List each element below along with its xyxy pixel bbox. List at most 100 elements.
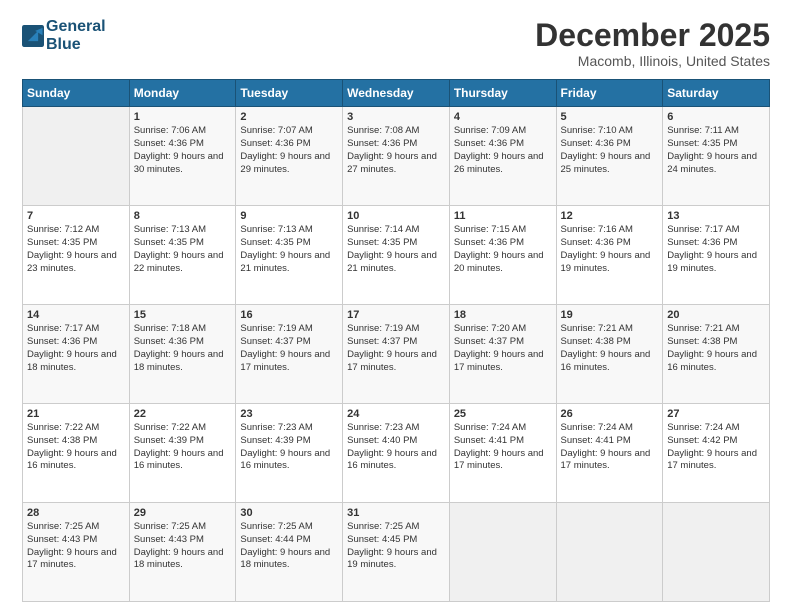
logo-icon (22, 25, 44, 47)
calendar-cell: 8 Sunrise: 7:13 AM Sunset: 4:35 PM Daylig… (129, 206, 236, 305)
calendar-cell: 22Sunrise: 7:22 AM Sunset: 4:39 PM Dayli… (129, 404, 236, 503)
calendar-week-2: 14 Sunrise: 7:17 AM Sunset: 4:36 PM Dayli… (23, 305, 770, 404)
calendar-cell: 4Sunrise: 7:09 AM Sunset: 4:36 PM Daylig… (449, 107, 556, 206)
day-number: 26 (561, 408, 659, 420)
day-number: 31 (347, 507, 445, 519)
day-number: 27 (667, 408, 765, 420)
day-number: 20 (667, 309, 765, 321)
weekday-header-thursday: Thursday (449, 80, 556, 107)
day-info: Sunrise: 7:19 AM Sunset: 4:37 PM Dayligh… (240, 323, 338, 374)
calendar-cell: 10Sunrise: 7:14 AM Sunset: 4:35 PM Dayli… (343, 206, 450, 305)
calendar-week-1: 7Sunrise: 7:12 AM Sunset: 4:35 PM Daylig… (23, 206, 770, 305)
day-info: Sunrise: 7:12 AM Sunset: 4:35 PM Dayligh… (27, 224, 125, 275)
day-number: 23 (240, 408, 338, 420)
calendar-week-0: 1Sunrise: 7:06 AM Sunset: 4:36 PM Daylig… (23, 107, 770, 206)
calendar-cell: 12Sunrise: 7:16 AM Sunset: 4:36 PM Dayli… (556, 206, 663, 305)
weekday-header-wednesday: Wednesday (343, 80, 450, 107)
calendar-cell: 26 Sunrise: 7:24 AM Sunset: 4:41 PM Dayli… (556, 404, 663, 503)
calendar-cell: 18Sunrise: 7:20 AM Sunset: 4:37 PM Dayli… (449, 305, 556, 404)
day-info: Sunrise: 7:07 AM Sunset: 4:36 PM Dayligh… (240, 125, 338, 176)
day-number: 9 (240, 210, 338, 222)
weekday-header-saturday: Saturday (663, 80, 770, 107)
location: Macomb, Illinois, United States (535, 53, 770, 69)
title-block: December 2025 Macomb, Illinois, United S… (535, 18, 770, 69)
calendar-cell (23, 107, 130, 206)
logo: General Blue (22, 18, 106, 53)
calendar-cell: 5 Sunrise: 7:10 AM Sunset: 4:36 PM Daylig… (556, 107, 663, 206)
calendar-cell: 21 Sunrise: 7:22 AM Sunset: 4:38 PM Dayli… (23, 404, 130, 503)
day-number: 6 (667, 111, 765, 123)
day-number: 2 (240, 111, 338, 123)
calendar-body: 1Sunrise: 7:06 AM Sunset: 4:36 PM Daylig… (23, 107, 770, 602)
calendar-cell: 28 Sunrise: 7:25 AM Sunset: 4:43 PM Dayli… (23, 503, 130, 602)
day-info: Sunrise: 7:24 AM Sunset: 4:41 PM Dayligh… (561, 422, 659, 473)
header: General Blue December 2025 Macomb, Illin… (22, 18, 770, 69)
calendar-cell: 25 Sunrise: 7:24 AM Sunset: 4:41 PM Dayli… (449, 404, 556, 503)
weekday-row: SundayMondayTuesdayWednesdayThursdayFrid… (23, 80, 770, 107)
day-info: Sunrise: 7:25 AM Sunset: 4:43 PM Dayligh… (134, 521, 232, 572)
weekday-header-friday: Friday (556, 80, 663, 107)
day-number: 3 (347, 111, 445, 123)
day-number: 17 (347, 309, 445, 321)
calendar-cell (556, 503, 663, 602)
day-info: Sunrise: 7:23 AM Sunset: 4:40 PM Dayligh… (347, 422, 445, 473)
day-info: Sunrise: 7:24 AM Sunset: 4:41 PM Dayligh… (454, 422, 552, 473)
day-number: 5 (561, 111, 659, 123)
calendar-cell: 13 Sunrise: 7:17 AM Sunset: 4:36 PM Dayli… (663, 206, 770, 305)
day-number: 13 (667, 210, 765, 222)
day-info: Sunrise: 7:24 AM Sunset: 4:42 PM Dayligh… (667, 422, 765, 473)
weekday-header-sunday: Sunday (23, 80, 130, 107)
day-number: 8 (134, 210, 232, 222)
day-number: 14 (27, 309, 125, 321)
day-number: 21 (27, 408, 125, 420)
day-info: Sunrise: 7:25 AM Sunset: 4:45 PM Dayligh… (347, 521, 445, 572)
day-info: Sunrise: 7:23 AM Sunset: 4:39 PM Dayligh… (240, 422, 338, 473)
calendar-cell: 17 Sunrise: 7:19 AM Sunset: 4:37 PM Dayli… (343, 305, 450, 404)
day-number: 28 (27, 507, 125, 519)
day-info: Sunrise: 7:21 AM Sunset: 4:38 PM Dayligh… (667, 323, 765, 374)
calendar-cell: 31 Sunrise: 7:25 AM Sunset: 4:45 PM Dayli… (343, 503, 450, 602)
day-number: 1 (134, 111, 232, 123)
day-info: Sunrise: 7:11 AM Sunset: 4:35 PM Dayligh… (667, 125, 765, 176)
day-info: Sunrise: 7:09 AM Sunset: 4:36 PM Dayligh… (454, 125, 552, 176)
day-info: Sunrise: 7:20 AM Sunset: 4:37 PM Dayligh… (454, 323, 552, 374)
day-info: Sunrise: 7:25 AM Sunset: 4:43 PM Dayligh… (27, 521, 125, 572)
calendar-cell: 2 Sunrise: 7:07 AM Sunset: 4:36 PM Daylig… (236, 107, 343, 206)
calendar-cell: 15 Sunrise: 7:18 AM Sunset: 4:36 PM Dayli… (129, 305, 236, 404)
day-info: Sunrise: 7:25 AM Sunset: 4:44 PM Dayligh… (240, 521, 338, 572)
day-number: 19 (561, 309, 659, 321)
calendar-cell: 27 Sunrise: 7:24 AM Sunset: 4:42 PM Dayli… (663, 404, 770, 503)
calendar-cell: 1Sunrise: 7:06 AM Sunset: 4:36 PM Daylig… (129, 107, 236, 206)
logo-line2: Blue (46, 36, 106, 54)
day-info: Sunrise: 7:13 AM Sunset: 4:35 PM Dayligh… (134, 224, 232, 275)
calendar-cell (663, 503, 770, 602)
calendar-cell: 29 Sunrise: 7:25 AM Sunset: 4:43 PM Dayli… (129, 503, 236, 602)
day-info: Sunrise: 7:22 AM Sunset: 4:39 PM Dayligh… (134, 422, 232, 473)
calendar-cell: 20 Sunrise: 7:21 AM Sunset: 4:38 PM Dayli… (663, 305, 770, 404)
day-info: Sunrise: 7:10 AM Sunset: 4:36 PM Dayligh… (561, 125, 659, 176)
day-info: Sunrise: 7:08 AM Sunset: 4:36 PM Dayligh… (347, 125, 445, 176)
weekday-header-tuesday: Tuesday (236, 80, 343, 107)
calendar-header: SundayMondayTuesdayWednesdayThursdayFrid… (23, 80, 770, 107)
calendar-week-4: 28 Sunrise: 7:25 AM Sunset: 4:43 PM Dayli… (23, 503, 770, 602)
day-info: Sunrise: 7:17 AM Sunset: 4:36 PM Dayligh… (27, 323, 125, 374)
calendar-cell: 11Sunrise: 7:15 AM Sunset: 4:36 PM Dayli… (449, 206, 556, 305)
day-info: Sunrise: 7:17 AM Sunset: 4:36 PM Dayligh… (667, 224, 765, 275)
day-info: Sunrise: 7:19 AM Sunset: 4:37 PM Dayligh… (347, 323, 445, 374)
calendar-cell: 9 Sunrise: 7:13 AM Sunset: 4:35 PM Daylig… (236, 206, 343, 305)
calendar-cell: 6 Sunrise: 7:11 AM Sunset: 4:35 PM Daylig… (663, 107, 770, 206)
calendar-cell (449, 503, 556, 602)
day-info: Sunrise: 7:21 AM Sunset: 4:38 PM Dayligh… (561, 323, 659, 374)
day-number: 15 (134, 309, 232, 321)
day-info: Sunrise: 7:22 AM Sunset: 4:38 PM Dayligh… (27, 422, 125, 473)
day-info: Sunrise: 7:18 AM Sunset: 4:36 PM Dayligh… (134, 323, 232, 374)
day-number: 25 (454, 408, 552, 420)
day-number: 29 (134, 507, 232, 519)
calendar-cell: 19 Sunrise: 7:21 AM Sunset: 4:38 PM Dayli… (556, 305, 663, 404)
day-number: 11 (454, 210, 552, 222)
calendar-cell: 14 Sunrise: 7:17 AM Sunset: 4:36 PM Dayli… (23, 305, 130, 404)
day-info: Sunrise: 7:14 AM Sunset: 4:35 PM Dayligh… (347, 224, 445, 275)
month-title: December 2025 (535, 18, 770, 53)
day-info: Sunrise: 7:13 AM Sunset: 4:35 PM Dayligh… (240, 224, 338, 275)
logo-text: General Blue (46, 18, 106, 53)
